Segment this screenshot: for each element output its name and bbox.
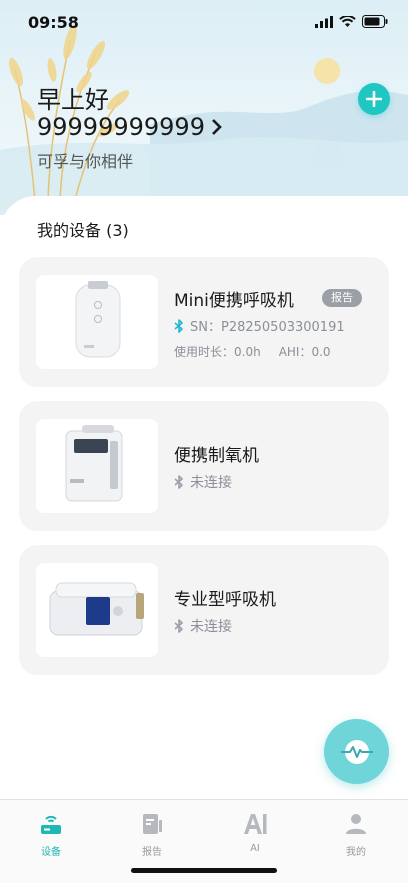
wifi-icon (339, 15, 356, 27)
tab-reports[interactable]: 报告 (122, 812, 182, 858)
plus-icon (366, 91, 382, 107)
device-image (36, 419, 158, 513)
tab-label: 我的 (346, 847, 366, 858)
tab-ai[interactable]: AI (225, 812, 285, 854)
ai-icon (244, 814, 267, 834)
bluetooth-icon (174, 318, 183, 333)
router-icon (41, 815, 61, 834)
device-serial: SN：P28250503300191 (190, 320, 345, 335)
report-badge[interactable]: 报告 (322, 289, 362, 307)
device-name: Mini便携呼吸机 (174, 291, 294, 311)
connection-status: 未连接 (190, 619, 232, 635)
chevron-right-icon (212, 119, 222, 135)
device-image (36, 563, 158, 657)
greeting: 早上好 (37, 86, 109, 114)
status-bar: 09:58 (0, 0, 408, 44)
document-icon (143, 814, 162, 834)
device-usage-row: 使用时长：0.0h AHI：0.0 (174, 343, 331, 360)
bluetooth-disconnected-icon (174, 619, 183, 633)
account-link[interactable]: 99999999999 (37, 113, 223, 141)
status-icons (315, 15, 388, 28)
battery-icon (362, 15, 388, 28)
device-status-row: 未连接 (174, 616, 232, 636)
home-indicator (131, 868, 277, 873)
oxygen-concentrator-image (65, 425, 123, 502)
device-status-row: 未连接 (174, 472, 232, 492)
connection-status: 未连接 (190, 475, 232, 491)
status-time: 09:58 (28, 13, 79, 32)
monitor-fab-button[interactable] (324, 719, 389, 784)
cellular-signal-icon (315, 15, 333, 28)
device-card-professional-ventilator[interactable]: 专业型呼吸机 未连接 (19, 545, 389, 675)
tab-label: 设备 (41, 847, 61, 858)
tab-devices[interactable]: 设备 (21, 812, 81, 858)
tab-label: AI (250, 843, 260, 854)
add-device-button[interactable] (358, 83, 390, 115)
ahi-value: AHI：0.0 (278, 345, 331, 359)
device-card-oxygen-concentrator[interactable]: 便携制氧机 未连接 (19, 401, 389, 531)
device-card-mini-ventilator[interactable]: Mini便携呼吸机 报告 SN：P28250503300191 使用时长：0.0… (19, 257, 389, 387)
tab-profile[interactable]: 我的 (326, 812, 386, 858)
tab-label: 报告 (142, 847, 162, 858)
tagline: 可孚与你相伴 (37, 152, 134, 171)
device-name: 专业型呼吸机 (174, 590, 276, 610)
bluetooth-disconnected-icon (174, 475, 183, 489)
account-number: 99999999999 (37, 113, 205, 141)
device-serial-row: SN：P28250503300191 (174, 316, 345, 335)
device-name: 便携制氧机 (174, 446, 259, 466)
person-icon (346, 814, 366, 834)
mini-ventilator-image (75, 281, 121, 358)
device-image (36, 275, 158, 369)
heartbeat-icon (340, 739, 373, 764)
professional-ventilator-image (49, 582, 144, 636)
usage-duration: 使用时长：0.0h (174, 345, 261, 359)
section-title: 我的设备 (3) (37, 221, 129, 240)
